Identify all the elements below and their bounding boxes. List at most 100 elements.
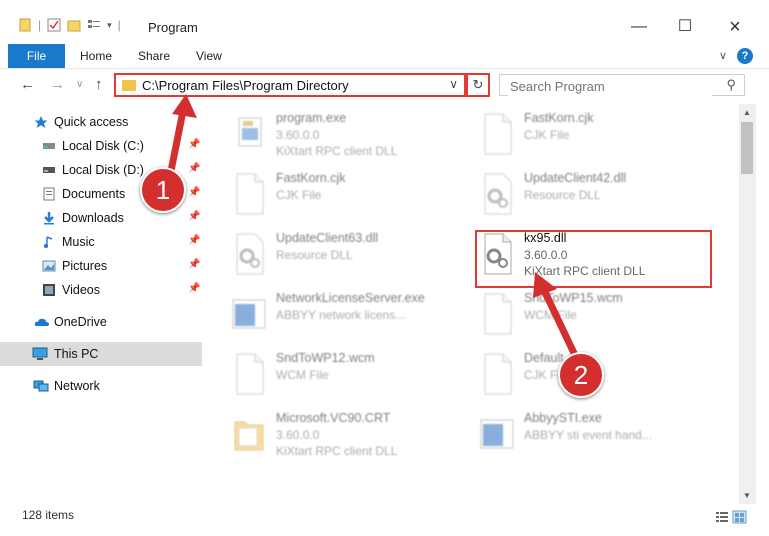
- sidebar-item-pictures[interactable]: Pictures 📌: [0, 254, 202, 278]
- search-box[interactable]: ⚲: [499, 74, 745, 96]
- sidebar-item-quick-access[interactable]: Quick access: [0, 110, 202, 134]
- pin-icon[interactable]: 📌: [188, 283, 200, 294]
- search-icon[interactable]: ⚲: [726, 77, 736, 93]
- file-name: UpdateClient63.dll: [276, 231, 379, 245]
- toolbar-separator: |: [38, 18, 42, 32]
- pin-icon[interactable]: 📌: [188, 163, 200, 174]
- file-description: ABBYY sti event hand...: [524, 428, 652, 442]
- sidebar-item-label: Local Disk (D:): [62, 163, 144, 177]
- sidebar-item-label: Quick access: [54, 115, 129, 129]
- file-item[interactable]: Microsoft.VC90.CRT 3.60.0.0 KiXtart RPC …: [215, 408, 455, 460]
- pin-icon[interactable]: 📌: [188, 259, 200, 270]
- file-description: ABBYY network licens...: [276, 308, 406, 322]
- file-type: Resource DLL: [524, 188, 601, 202]
- address-path[interactable]: C:\Program Files\Program Directory: [142, 78, 349, 93]
- drive-icon: [43, 143, 55, 149]
- pin-icon[interactable]: 📌: [188, 139, 200, 150]
- file-name: FastKorn.cjk: [276, 171, 346, 185]
- file-icon: [236, 173, 264, 215]
- sidebar-item-label: This PC: [54, 347, 99, 361]
- scrollbar-thumb[interactable]: [741, 122, 753, 174]
- view-toggle-icons[interactable]: [715, 510, 747, 524]
- computer-icon: [32, 347, 48, 360]
- file-name: Microsoft.VC90.CRT: [276, 411, 391, 425]
- sidebar-item-label: OneDrive: [54, 315, 107, 329]
- recent-locations-icon[interactable]: ∨: [76, 79, 83, 90]
- sidebar-item-label: Local Disk (C:): [62, 139, 144, 153]
- file-item[interactable]: FastKorn.cjk CJK File: [463, 108, 703, 160]
- sidebar-item-videos[interactable]: Videos 📌: [0, 278, 202, 302]
- file-item[interactable]: program.exe 3.60.0.0 KiXtart RPC client …: [215, 108, 455, 160]
- folder-icon: [234, 421, 264, 451]
- sidebar-item-label: Network: [54, 379, 100, 393]
- network-icon: [33, 380, 49, 392]
- file-item[interactable]: AbbyySTI.exe ABBYY sti event hand...: [463, 408, 703, 460]
- file-item[interactable]: UpdateClient63.dll Resource DLL: [215, 228, 455, 280]
- file-name: program.exe: [276, 111, 347, 125]
- download-icon: [44, 212, 54, 225]
- kx95-highlight-box: [475, 230, 712, 288]
- tab-view[interactable]: View: [196, 44, 222, 68]
- music-icon: [43, 236, 53, 249]
- file-item[interactable]: NetworkLicenseServer.exe ABBYY network l…: [215, 288, 455, 340]
- forward-arrow-icon[interactable]: →: [50, 76, 65, 93]
- sidebar-item-local-disk-c[interactable]: Local Disk (C:) 📌: [0, 134, 202, 158]
- quick-access-toolbar: | ▾ |: [18, 18, 121, 32]
- up-arrow-icon[interactable]: ↑: [95, 76, 103, 93]
- sidebar-item-music[interactable]: Music 📌: [0, 230, 202, 254]
- drive-icon: [43, 167, 55, 173]
- folder-icon[interactable]: [18, 18, 32, 32]
- file-icon: [484, 113, 512, 155]
- expand-ribbon-icon[interactable]: ∨: [719, 49, 727, 62]
- pictures-icon: [42, 260, 56, 272]
- new-folder-icon[interactable]: [67, 18, 81, 32]
- file-item[interactable]: FastKorn.cjk CJK File: [215, 168, 455, 220]
- pin-icon[interactable]: 📌: [188, 187, 200, 198]
- star-icon: [34, 116, 48, 128]
- file-icon: [484, 353, 512, 395]
- folder-icon: [122, 80, 136, 91]
- pin-icon[interactable]: 📌: [188, 235, 200, 246]
- exe-icon: [238, 117, 262, 147]
- maximize-button[interactable]: ☐: [662, 13, 708, 41]
- tab-file[interactable]: File: [8, 44, 65, 68]
- view-options-icon[interactable]: [87, 18, 101, 32]
- sidebar-item-onedrive[interactable]: OneDrive: [0, 310, 202, 334]
- back-arrow-icon[interactable]: ←: [20, 76, 35, 93]
- pin-icon[interactable]: 📌: [188, 211, 200, 222]
- file-name: SndToWP12.wcm: [276, 351, 375, 365]
- address-bar[interactable]: C:\Program Files\Program Directory ∨: [114, 73, 466, 97]
- file-item[interactable]: SndToWP15.wcm WCM File: [463, 288, 703, 340]
- file-item[interactable]: SndToWP12.wcm WCM File: [215, 348, 455, 400]
- chevron-down-icon[interactable]: ▾: [107, 20, 112, 31]
- file-item[interactable]: UpdateClient42.dll Resource DLL: [463, 168, 703, 220]
- app-window-icon: [232, 299, 266, 329]
- tab-home[interactable]: Home: [80, 44, 112, 68]
- help-icon[interactable]: ?: [737, 48, 753, 64]
- search-input[interactable]: [508, 76, 712, 96]
- refresh-button[interactable]: ↻: [466, 73, 490, 97]
- navigation-bar: ← → ∨ ↑ C:\Program Files\Program Directo…: [0, 70, 769, 102]
- file-name: UpdateClient42.dll: [524, 171, 627, 185]
- sidebar-item-label: Documents: [62, 187, 126, 201]
- vertical-scrollbar[interactable]: ▲ ▼: [739, 104, 756, 504]
- sidebar-item-network[interactable]: Network: [0, 374, 202, 398]
- file-name: AbbyySTI.exe: [524, 411, 602, 425]
- ribbon-tabs: File Home Share View ∨ ?: [0, 44, 769, 69]
- file-icon: [236, 353, 264, 395]
- sidebar-item-label: Music: [62, 235, 95, 249]
- sidebar-item-this-pc[interactable]: This PC: [0, 342, 202, 366]
- scroll-up-icon[interactable]: ▲: [743, 108, 751, 117]
- properties-icon[interactable]: [47, 18, 61, 32]
- address-dropdown-icon[interactable]: ∨: [449, 77, 458, 91]
- file-icon: [484, 293, 512, 335]
- file-type: Resource DLL: [276, 248, 353, 262]
- tab-share[interactable]: Share: [138, 44, 170, 68]
- file-type: WCM File: [276, 368, 329, 382]
- file-type: CJK File: [276, 188, 322, 202]
- close-button[interactable]: ×: [712, 13, 758, 41]
- file-description: KiXtart RPC client DLL: [276, 444, 398, 458]
- minimize-button[interactable]: —: [616, 13, 662, 41]
- item-count: 128 items: [22, 508, 75, 522]
- scroll-down-icon[interactable]: ▼: [743, 491, 751, 500]
